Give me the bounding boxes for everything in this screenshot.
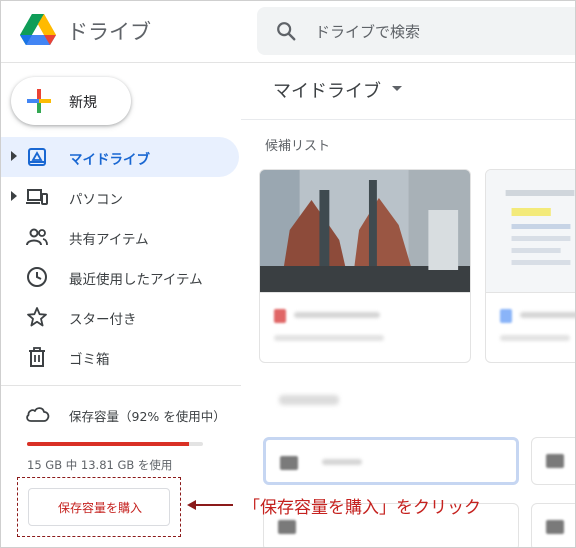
expand-caret-icon[interactable] — [11, 151, 17, 161]
buy-storage-label: 保存容量を購入 — [57, 501, 142, 515]
folder-icon — [280, 456, 298, 470]
trash-icon — [29, 347, 45, 367]
sidebar-item-shared[interactable]: 共有アイテム — [1, 217, 239, 257]
storage-progress-fill — [27, 442, 189, 446]
computers-icon — [26, 189, 48, 205]
folders-section-label-blurred — [279, 395, 339, 405]
buy-storage-button[interactable]: 保存容量を購入 — [28, 488, 170, 526]
main-divider — [241, 119, 575, 120]
cloud-icon — [26, 407, 50, 422]
annotation-arrow-line — [193, 504, 233, 506]
drive-window: ドライブ ドライブで検索 新規 マイドライブ パソコン 共有アイテム 最近使用し… — [0, 0, 576, 548]
folder-icon — [546, 454, 564, 468]
search-bar[interactable]: ドライブで検索 — [257, 7, 575, 55]
sidebar-item-label: スター付き — [69, 312, 137, 328]
sidebar-item-starred[interactable]: スター付き — [1, 297, 239, 337]
sidebar-item-label: ゴミ箱 — [69, 352, 110, 368]
chevron-down-icon[interactable] — [392, 86, 402, 91]
clock-icon — [27, 267, 47, 287]
sidebar-item-label: 共有アイテム — [69, 232, 149, 248]
file-thumbnail-image — [260, 170, 470, 292]
folder-icon — [278, 520, 296, 534]
image-file-icon — [274, 309, 286, 323]
app-title: ドライブ — [67, 20, 151, 44]
folder-item[interactable] — [263, 437, 519, 485]
new-button[interactable]: 新規 — [11, 77, 131, 125]
storage-label: 保存容量（92% を使用中） — [69, 409, 226, 424]
google-drive-logo[interactable] — [19, 13, 57, 47]
folder-icon — [546, 520, 564, 534]
storage-progress-bar — [27, 442, 203, 446]
shared-icon — [26, 228, 48, 246]
file-detail-blurred — [500, 335, 570, 341]
file-name-blurred — [520, 312, 575, 318]
folder-name-blurred — [322, 459, 362, 465]
sidebar-item-label: 最近使用したアイテム — [69, 272, 203, 288]
file-name-blurred — [294, 312, 380, 318]
my-drive-icon — [28, 148, 46, 166]
sidebar-item-recent[interactable]: 最近使用したアイテム — [1, 257, 239, 297]
search-input[interactable]: ドライブで検索 — [315, 21, 420, 42]
sidebar-item-my-drive[interactable]: マイドライブ — [1, 137, 239, 177]
sidebar-item-trash[interactable]: ゴミ箱 — [1, 337, 239, 377]
folder-item[interactable] — [531, 437, 575, 485]
main-content: マイドライブ 候補リスト — [241, 63, 575, 547]
annotation-text: 「保存容量を購入」をクリック — [243, 498, 481, 518]
sidebar-item-label: パソコン — [69, 192, 123, 208]
sidebar-item-computers[interactable]: パソコン — [1, 177, 239, 217]
sidebar-item-label: マイドライブ — [69, 152, 150, 168]
doc-file-icon — [500, 309, 512, 323]
plus-icon — [27, 89, 51, 113]
new-button-label: 新規 — [69, 95, 97, 111]
sidebar-divider — [1, 385, 241, 386]
top-bar: ドライブ ドライブで検索 — [1, 1, 575, 63]
sidebar: 新規 マイドライブ パソコン 共有アイテム 最近使用したアイテム スター付き ゴ… — [1, 63, 241, 547]
expand-caret-icon[interactable] — [11, 191, 17, 201]
storage-usage-text: 15 GB 中 13.81 GB を使用 — [27, 458, 173, 472]
search-icon[interactable] — [275, 20, 297, 42]
star-icon — [27, 307, 47, 327]
suggested-file-card[interactable] — [259, 169, 471, 363]
file-card-meta — [260, 292, 470, 362]
highlight-box: 保存容量を購入 — [17, 477, 181, 537]
file-card-meta — [486, 292, 575, 362]
suggested-file-card[interactable] — [485, 169, 575, 363]
file-detail-blurred — [274, 335, 384, 341]
page-title[interactable]: マイドライブ — [273, 77, 381, 103]
suggested-section-label: 候補リスト — [265, 139, 331, 154]
document-thumbnail — [486, 170, 575, 292]
folder-item[interactable] — [531, 503, 575, 547]
